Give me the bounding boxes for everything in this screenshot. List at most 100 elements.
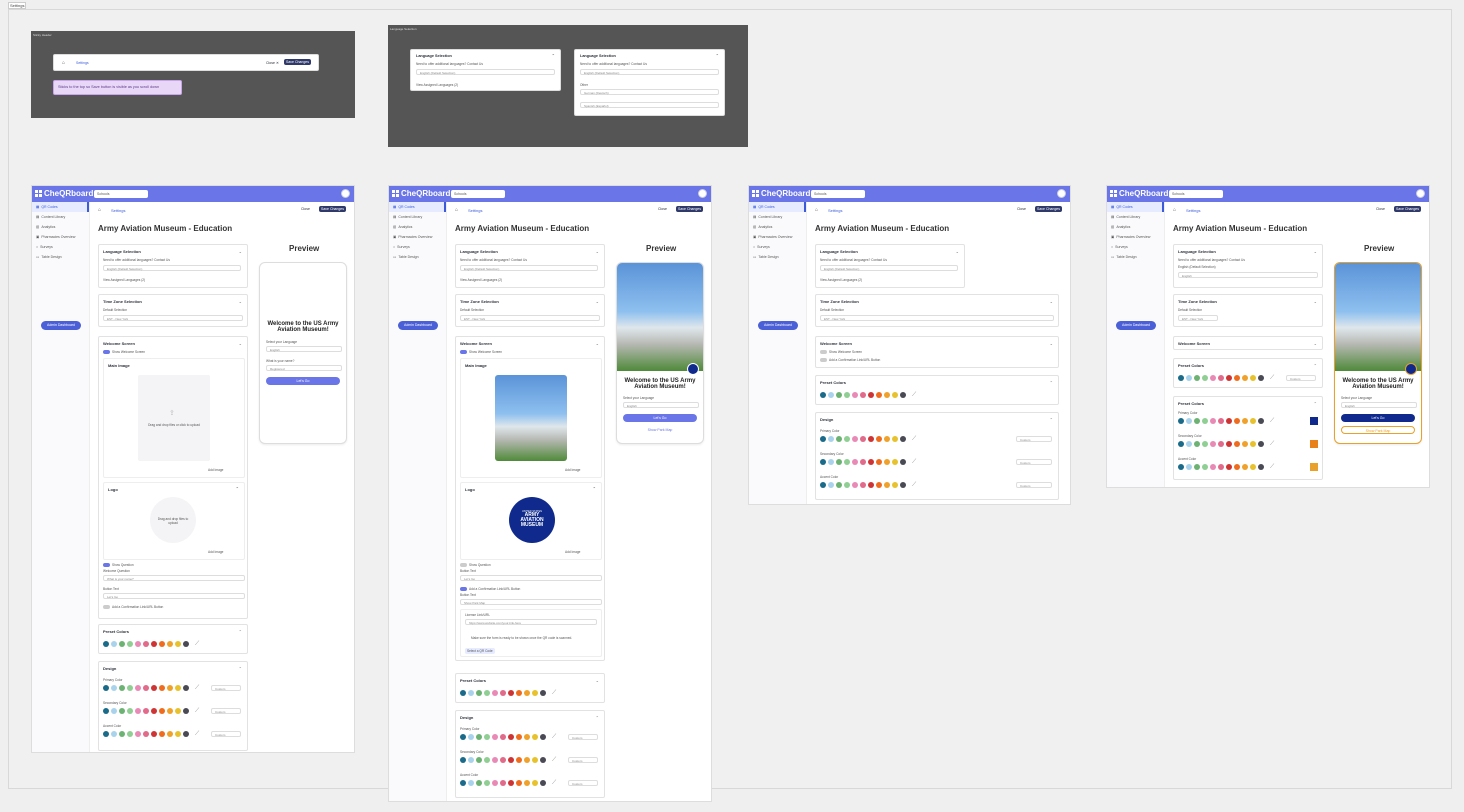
color-swatch[interactable] [468,734,474,740]
color-swatch[interactable] [1242,375,1248,381]
sidebar-item-table-design[interactable]: ▭ Table Design [1107,252,1164,262]
color-swatch[interactable] [836,436,842,442]
secondary-custom-input[interactable]: Custom [568,757,598,763]
primary-palette[interactable]: ⟋ [1178,418,1274,425]
color-swatch[interactable] [852,459,858,465]
color-swatch[interactable] [1226,464,1232,470]
language-german[interactable]: German (Deutsch) [580,89,719,95]
color-swatch[interactable] [532,690,538,696]
preview-language-select[interactable]: English [266,346,342,352]
color-swatch[interactable] [844,482,850,488]
add-logo-button[interactable]: Add Image [208,550,223,554]
view-languages-link[interactable]: View Assigned Languages (2) [103,278,145,282]
color-swatch[interactable] [500,690,506,696]
org-select[interactable]: Schools [94,190,148,198]
color-swatch[interactable] [1218,375,1224,381]
no-color-icon[interactable]: ⟋ [1270,375,1274,382]
color-swatch[interactable] [119,708,125,714]
color-swatch[interactable] [143,708,149,714]
color-swatch[interactable] [900,436,906,442]
close-button[interactable]: Close [301,207,310,211]
breadcrumb[interactable]: Settings [76,61,89,65]
color-swatch[interactable] [540,757,546,763]
view-languages-link[interactable]: View Assigned Languages (2) [820,278,862,282]
sidebar-item-content-library[interactable]: ▤ Content Library [749,212,806,222]
chevron-down-icon[interactable]: ⌄ [239,249,242,254]
button-text-input[interactable]: Let's Go [103,593,245,599]
close-button[interactable]: Close [266,61,275,65]
preview-lets-go-button[interactable]: Let's Go [266,377,340,385]
chevron-down-icon[interactable]: ⌄ [1050,299,1053,304]
color-swatch[interactable] [175,708,181,714]
chevron-up-icon[interactable]: ⌃ [596,715,599,720]
admin-dashboard-button[interactable]: Admin Dashboard [398,321,438,330]
color-swatch[interactable] [484,757,490,763]
preset-palette[interactable]: ⟋ [820,392,916,399]
color-swatch[interactable] [103,685,109,691]
chevron-down-icon[interactable]: ⌄ [596,249,599,254]
accent-palette[interactable]: ⟋ [820,482,916,489]
color-swatch[interactable] [1202,418,1208,424]
color-swatch[interactable] [1258,375,1264,381]
color-swatch[interactable] [468,690,474,696]
color-swatch[interactable] [532,757,538,763]
admin-dashboard-button[interactable]: Admin Dashboard [41,321,81,330]
home-icon[interactable]: ⌂ [98,207,101,213]
color-swatch[interactable] [892,482,898,488]
color-swatch[interactable] [500,734,506,740]
color-swatch[interactable] [1242,464,1248,470]
color-swatch[interactable] [516,690,522,696]
show-welcome-toggle[interactable] [820,350,827,354]
sidebar-item-content-library[interactable]: ▤ Content Library [389,212,446,222]
chevron-down-icon[interactable]: ⌄ [1314,299,1317,304]
color-swatch[interactable] [167,708,173,714]
chevron-up-icon[interactable]: ⌃ [716,53,719,58]
color-swatch[interactable] [484,690,490,696]
color-swatch[interactable] [127,731,133,737]
chevron-down-icon[interactable]: ⌄ [596,678,599,683]
color-swatch[interactable] [868,459,874,465]
accent-custom-input[interactable]: Custom [211,731,241,737]
no-color-icon[interactable]: ⟋ [195,731,199,738]
color-swatch[interactable] [1218,418,1224,424]
color-swatch[interactable] [852,436,858,442]
color-swatch[interactable] [1258,418,1264,424]
color-swatch[interactable] [127,641,133,647]
secondary-palette[interactable]: ⟋ [1178,441,1274,448]
secondary-palette[interactable]: ⟋ [820,459,916,466]
chevron-down-icon[interactable]: ⌄ [596,299,599,304]
color-swatch[interactable] [1178,441,1184,447]
color-swatch[interactable] [1186,418,1192,424]
color-swatch[interactable] [836,459,842,465]
color-swatch[interactable] [135,641,141,647]
sidebar-item-pharmacies[interactable]: ▣ Pharmacies Overview [749,232,806,242]
no-color-icon[interactable]: ⟋ [912,459,916,466]
brand-logo[interactable]: CheQRboard [35,189,93,198]
color-swatch[interactable] [492,734,498,740]
color-swatch[interactable] [844,392,850,398]
secondary-custom-input[interactable]: Custom [1016,459,1052,465]
color-swatch[interactable] [540,780,546,786]
sidebar-item-content-library[interactable]: ▤ Content Library [1107,212,1164,222]
show-question-toggle[interactable] [460,563,467,567]
show-welcome-toggle[interactable] [460,350,467,354]
park-map-input[interactable]: Show Park Map [460,599,602,605]
sidebar-item-table-design[interactable]: ▭ Table Design [389,252,446,262]
color-swatch[interactable] [852,482,858,488]
color-swatch[interactable] [119,685,125,691]
sidebar-item-surveys[interactable]: ○ Surveys [32,242,89,252]
color-swatch[interactable] [884,459,890,465]
color-swatch[interactable] [167,685,173,691]
breadcrumb[interactable]: Settings [111,208,125,213]
chevron-up-icon[interactable]: ⌃ [593,486,596,491]
primary-swatch[interactable] [1310,417,1318,425]
color-swatch[interactable] [476,780,482,786]
color-swatch[interactable] [892,392,898,398]
color-swatch[interactable] [468,780,474,786]
color-swatch[interactable] [1194,418,1200,424]
preset-palette[interactable]: ⟋ [103,641,199,648]
home-icon[interactable]: ⌂ [815,207,818,213]
close-button[interactable]: Close [1376,207,1385,211]
add-image-button[interactable]: Add Image [208,468,223,472]
sidebar-item-qr-codes[interactable]: ▦ QR Codes [1107,202,1164,212]
